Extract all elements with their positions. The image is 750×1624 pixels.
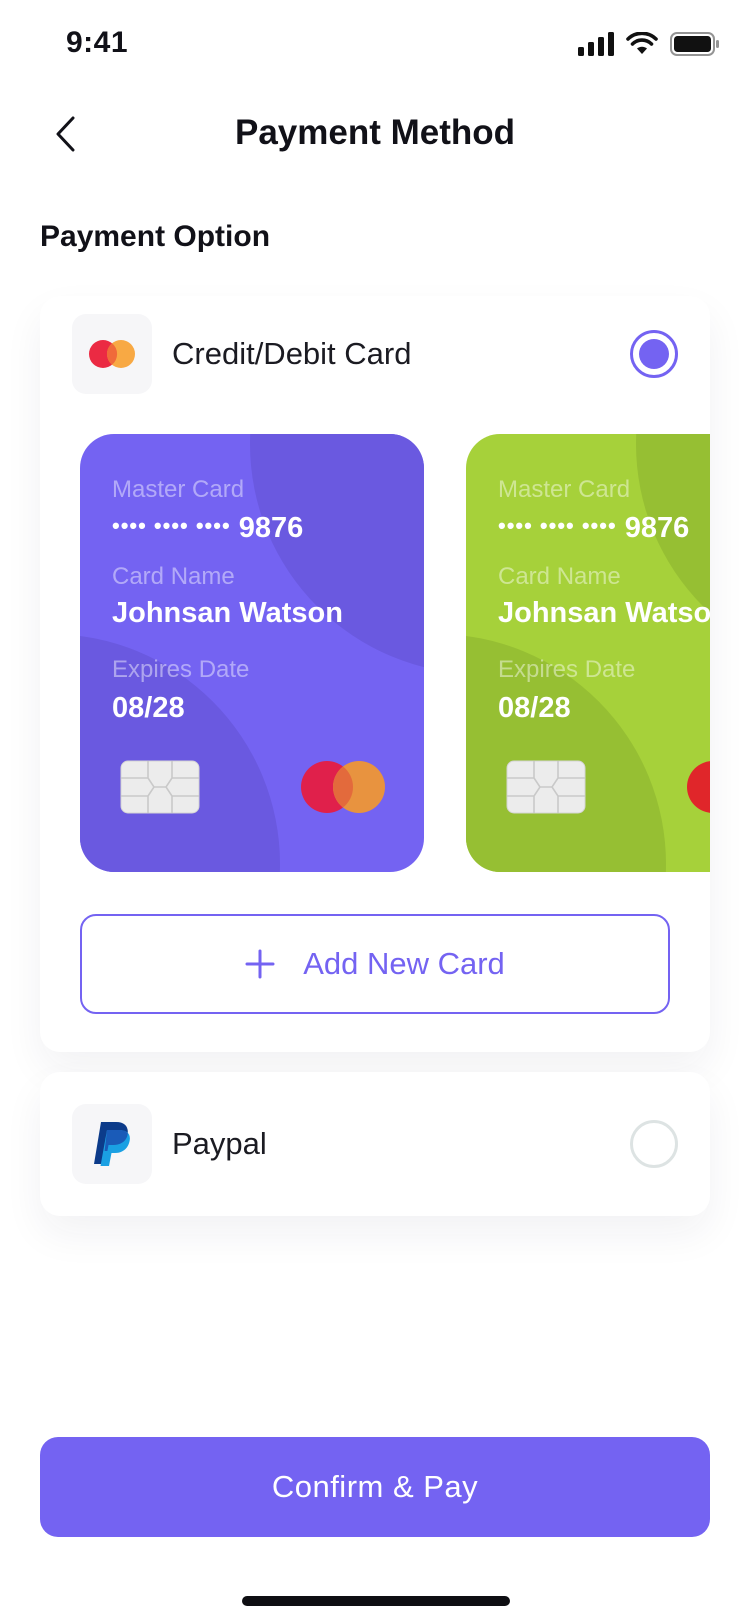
card-number: •••• •••• •••• 9876 [112, 512, 404, 545]
card-option-label: Credit/Debit Card [172, 336, 412, 371]
card-last4: 9876 [624, 512, 690, 544]
card-expiry: 08/28 [498, 692, 571, 724]
card-type: Master Card [498, 476, 631, 503]
paypal-option-row[interactable]: Paypal [72, 1104, 678, 1184]
battery-icon [670, 32, 719, 56]
card-name-caption: Card Name [498, 563, 621, 590]
card-option-row[interactable]: Credit/Debit Card [72, 314, 678, 394]
card-option-panel: Credit/Debit Card Master Card •••• •••• … [40, 296, 710, 1052]
card-expiry-caption: Expires Date [112, 656, 250, 683]
card-details: Master Card •••• •••• •••• 9876 Card Nam… [498, 476, 710, 725]
card-holder: Johnsan Watson [498, 597, 710, 629]
paypal-option-panel: Paypal [40, 1072, 710, 1216]
page-title: Payment Method [234, 113, 516, 152]
paypal-radio-unselected[interactable] [630, 1120, 678, 1168]
add-new-card-button[interactable]: Add New Card [80, 914, 670, 1014]
card-last4: 9876 [238, 512, 304, 544]
card-expiry-caption: Expires Date [498, 656, 636, 683]
header: Payment Method [0, 95, 750, 175]
card-name-caption: Card Name [112, 563, 235, 590]
section-title: Payment Option [40, 220, 271, 253]
confirm-pay-label: Confirm & Pay [271, 1469, 479, 1504]
card-chip-icon [120, 760, 200, 814]
wifi-icon [626, 32, 658, 54]
home-indicator [242, 1596, 510, 1606]
status-time: 9:41 [66, 26, 129, 59]
card-expiry: 08/28 [112, 692, 185, 724]
status-icons [578, 32, 720, 56]
card-number: •••• •••• •••• 9876 [498, 512, 710, 545]
cellular-signal-icon [578, 32, 614, 56]
card-chip-icon [506, 760, 586, 814]
add-new-card-label: Add New Card [303, 946, 505, 981]
card-masked-digits: •••• •••• •••• [112, 513, 231, 538]
confirm-pay-button[interactable]: Confirm & Pay [40, 1437, 710, 1537]
cards-carousel[interactable]: Master Card •••• •••• •••• 9876 Card Nam… [80, 434, 710, 874]
card-type: Master Card [112, 476, 245, 503]
option-logo [72, 1104, 152, 1184]
mastercard-icon [89, 340, 135, 368]
card-masked-digits: •••• •••• •••• [498, 513, 617, 538]
paypal-icon [94, 1122, 130, 1166]
payment-card[interactable]: Master Card •••• •••• •••• 9876 Card Nam… [466, 434, 710, 872]
status-bar: 9:41 [0, 0, 750, 90]
paypal-option-label: Paypal [172, 1126, 267, 1161]
mastercard-icon [301, 761, 385, 813]
card-radio-selected[interactable] [630, 330, 678, 378]
mastercard-icon [687, 761, 710, 813]
payment-card[interactable]: Master Card •••• •••• •••• 9876 Card Nam… [80, 434, 424, 872]
card-holder: Johnsan Watson [112, 597, 343, 629]
option-logo [72, 314, 152, 394]
card-details: Master Card •••• •••• •••• 9876 Card Nam… [112, 476, 404, 725]
plus-icon [245, 949, 275, 979]
